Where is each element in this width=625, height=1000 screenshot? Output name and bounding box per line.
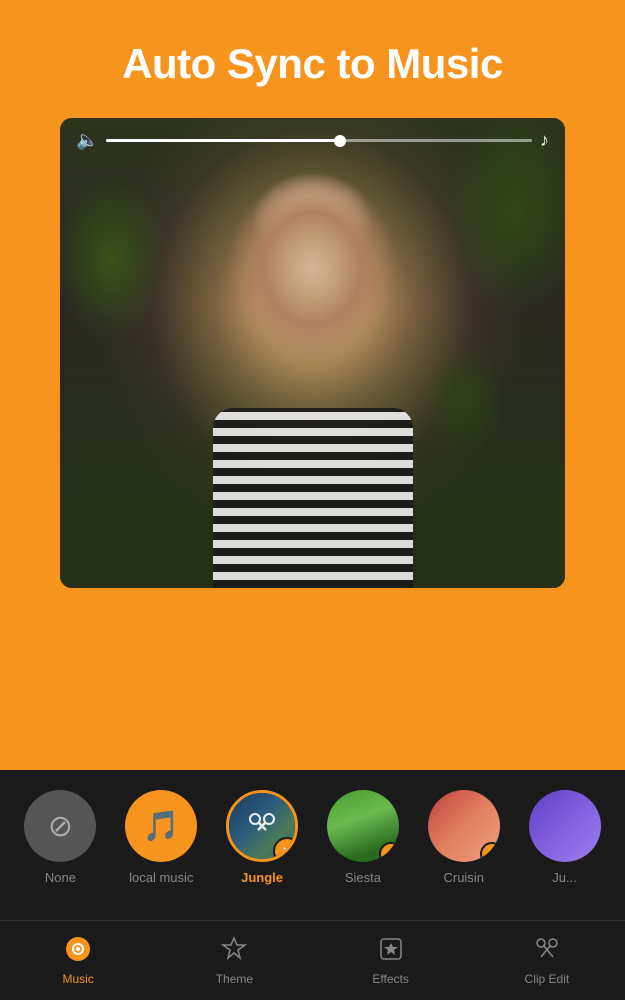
jungle-inner — [229, 793, 295, 859]
siesta-download-badge: ↓ — [379, 842, 399, 862]
music-note-icon[interactable]: ♪ — [540, 130, 549, 151]
bottom-nav: Music Theme Effects — [0, 920, 625, 1000]
jungle-badge — [273, 837, 298, 862]
music-item-jungle[interactable]: Jungle — [212, 790, 313, 885]
music-nav-icon — [65, 936, 91, 968]
nav-item-theme[interactable]: Theme — [156, 921, 312, 1000]
music-item-ju[interactable]: Ju... — [514, 790, 615, 885]
music-nav-label: Music — [62, 972, 93, 986]
scissors-small-icon — [281, 845, 293, 857]
nav-item-music[interactable]: Music — [0, 921, 156, 1000]
scissors-icon — [247, 811, 277, 841]
nav-item-effects[interactable]: Effects — [313, 921, 469, 1000]
progress-fill — [106, 139, 340, 142]
scissors-nav-icon — [534, 936, 560, 962]
clip-edit-nav-label: Clip Edit — [525, 972, 570, 986]
siesta-item-wrap: ↓ Siesta — [327, 790, 399, 885]
progress-track[interactable] — [106, 139, 532, 142]
music-item-none[interactable]: ⊘ None — [10, 790, 111, 885]
bottom-panel: ⊘ None 🎵 local music — [0, 770, 625, 1000]
header: Auto Sync to Music — [0, 0, 625, 108]
jungle-icon-circle — [226, 790, 298, 862]
video-controls: 🔈 ♪ — [60, 118, 565, 163]
nav-item-clip-edit[interactable]: Clip Edit — [469, 921, 625, 1000]
effects-nav-icon — [378, 936, 404, 968]
local-music-label: local music — [129, 870, 193, 885]
theme-nav-label: Theme — [216, 972, 253, 986]
none-icon-circle: ⊘ — [24, 790, 96, 862]
jungle-item-wrap: Jungle — [226, 790, 298, 885]
theme-nav-icon — [221, 936, 247, 968]
cruisin-label: Cruisin — [443, 870, 483, 885]
shirt-layer — [213, 408, 413, 588]
music-options-row: ⊘ None 🎵 local music — [0, 770, 625, 890]
siesta-label: Siesta — [345, 870, 381, 885]
music-icon: 🎵 — [143, 809, 180, 844]
ju-icon-circle — [529, 790, 601, 862]
progress-thumb — [334, 135, 346, 147]
slash-icon: ⊘ — [48, 809, 73, 844]
volume-icon[interactable]: 🔈 — [76, 130, 98, 151]
local-music-icon-circle: 🎵 — [125, 790, 197, 862]
jungle-label: Jungle — [241, 870, 283, 885]
effects-nav-label: Effects — [372, 972, 408, 986]
cruisin-download-badge: ↓ — [480, 842, 500, 862]
cruisin-item-wrap: ↓ Cruisin — [428, 790, 500, 885]
clip-edit-nav-icon — [534, 936, 560, 968]
page-title: Auto Sync to Music — [30, 40, 595, 88]
ju-label: Ju... — [552, 870, 577, 885]
ju-item-wrap: Ju... — [529, 790, 601, 885]
siesta-icon-circle: ↓ — [327, 790, 399, 862]
star-icon — [221, 936, 247, 962]
effects-icon — [378, 936, 404, 962]
music-item-cruisin[interactable]: ↓ Cruisin — [413, 790, 514, 885]
cruisin-icon-circle: ↓ — [428, 790, 500, 862]
video-preview: 🔈 ♪ — [60, 118, 565, 588]
music-circle-icon — [65, 936, 91, 962]
none-label: None — [45, 870, 76, 885]
music-item-siesta[interactable]: ↓ Siesta — [312, 790, 413, 885]
ju-inner — [529, 790, 601, 862]
music-item-local[interactable]: 🎵 local music — [111, 790, 212, 885]
